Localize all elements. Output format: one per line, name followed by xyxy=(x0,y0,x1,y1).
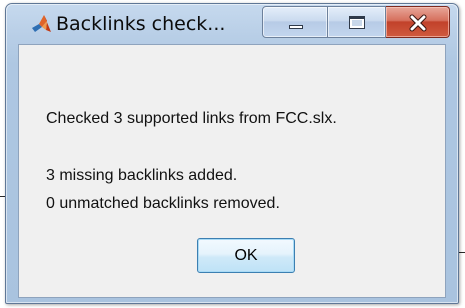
dialog-content: Checked 3 supported links from FCC.slx. … xyxy=(18,44,446,298)
message-removed: 0 unmatched backlinks removed. xyxy=(46,195,280,212)
caption-buttons xyxy=(262,6,450,38)
maximize-icon xyxy=(349,16,365,29)
close-icon xyxy=(409,14,427,32)
background-line xyxy=(459,252,465,253)
title-bar[interactable]: Backlinks check... xyxy=(6,4,458,42)
minimize-button[interactable] xyxy=(262,6,328,38)
matlab-logo-icon xyxy=(32,15,51,32)
message-summary: Checked 3 supported links from FCC.slx. xyxy=(46,110,337,127)
dialog-window: Backlinks check... Checked 3 supported l… xyxy=(5,3,459,304)
minimize-icon xyxy=(289,25,303,29)
ok-button[interactable]: OK xyxy=(197,238,295,273)
maximize-button[interactable] xyxy=(328,6,386,38)
message-added: 3 missing backlinks added. xyxy=(46,167,238,184)
close-button[interactable] xyxy=(386,6,450,38)
window-title: Backlinks check... xyxy=(56,13,226,35)
